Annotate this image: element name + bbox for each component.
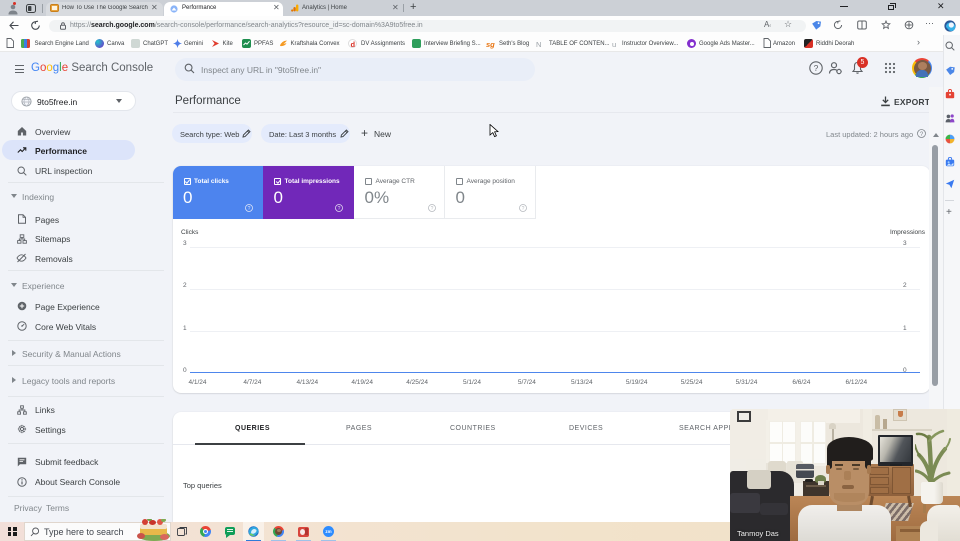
svg-text:?: ? [522, 206, 525, 212]
svg-text:?: ? [338, 206, 341, 212]
svg-text:?: ? [431, 206, 434, 212]
svg-text:?: ? [248, 206, 251, 212]
svg-text:?: ? [814, 63, 819, 73]
